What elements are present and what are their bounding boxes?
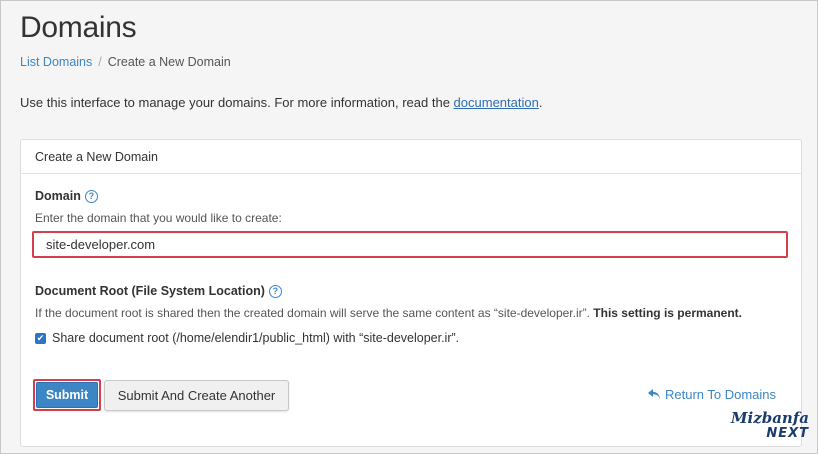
create-domain-panel: Create a New Domain Domain ? Enter the d… — [20, 139, 802, 447]
page-title: Domains — [20, 11, 137, 44]
submit-and-create-another-button[interactable]: Submit And Create Another — [104, 380, 289, 411]
domain-label: Domain ? — [35, 189, 98, 203]
permanent-warning: This setting is permanent. — [593, 306, 742, 320]
share-document-root-row[interactable]: ✔ Share document root (/home/elendir1/pu… — [35, 331, 459, 345]
breadcrumb-current: Create a New Domain — [107, 55, 231, 69]
logo-sub-text: NEXT — [766, 426, 809, 441]
help-icon[interactable]: ? — [268, 284, 282, 298]
help-icon[interactable]: ? — [84, 189, 98, 203]
document-root-label-text: Document Root (File System Location) — [35, 284, 265, 298]
submit-button[interactable]: Submit — [36, 382, 98, 408]
domain-input[interactable] — [32, 231, 788, 258]
return-to-domains-link[interactable]: Return To Domains — [648, 387, 776, 402]
breadcrumb-list-domains-link[interactable]: List Domains — [20, 55, 92, 69]
share-document-root-checkbox[interactable]: ✔ — [35, 332, 46, 344]
intro-end: . — [538, 95, 543, 110]
document-root-hint: If the document root is shared then the … — [35, 306, 742, 320]
checkmark-icon: ✔ — [36, 332, 45, 343]
domain-label-text: Domain — [35, 189, 81, 203]
panel-heading: Create a New Domain — [21, 140, 801, 174]
return-to-domains-label: Return To Domains — [665, 387, 777, 402]
return-arrow-icon — [648, 389, 661, 400]
submit-button-highlight: Submit — [33, 379, 101, 411]
documentation-link[interactable]: documentation — [454, 95, 539, 110]
share-document-root-label: Share document root (/home/elendir1/publ… — [52, 331, 460, 345]
mizbanfa-logo: Mizbanfa NEXT — [719, 410, 809, 448]
breadcrumb-separator: / — [98, 55, 102, 69]
domain-hint: Enter the domain that you would like to … — [35, 211, 282, 225]
intro-sentence: Use this interface to manage your domain… — [20, 95, 454, 110]
document-root-label: Document Root (File System Location) ? — [35, 284, 282, 298]
intro-text: Use this interface to manage your domain… — [20, 95, 542, 110]
document-root-hint-text: If the document root is shared then the … — [35, 306, 594, 320]
logo-main-text: Mizbanfa — [730, 409, 809, 427]
breadcrumb: List Domains / Create a New Domain — [20, 55, 231, 69]
